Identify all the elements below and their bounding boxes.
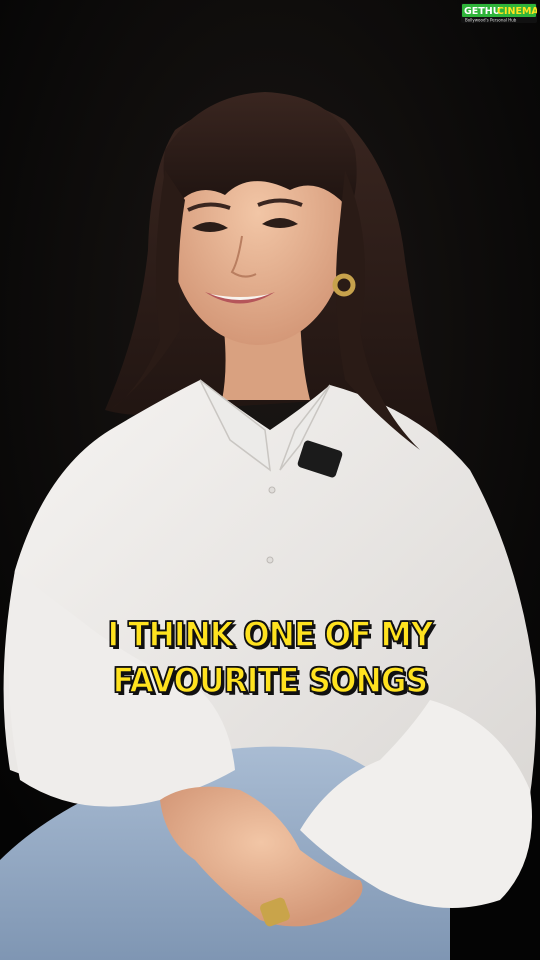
caption-line-1: I THINK ONE OF MY xyxy=(107,614,434,656)
shirt-button xyxy=(266,556,274,564)
subtitle-caption: I THINK ONE OF MY FAVOURITE SONGS xyxy=(22,612,519,704)
caption-line-2: FAVOURITE SONGS xyxy=(112,660,429,702)
channel-logo: GETHU CINEMA Bollywood's Personal Hub xyxy=(461,3,537,23)
shirt-button xyxy=(268,486,276,494)
logo-text-primary: GETHU xyxy=(464,6,500,17)
video-frame xyxy=(0,0,540,960)
logo-text-secondary: CINEMA xyxy=(497,6,537,17)
logo-tagline: Bollywood's Personal Hub xyxy=(465,18,517,23)
